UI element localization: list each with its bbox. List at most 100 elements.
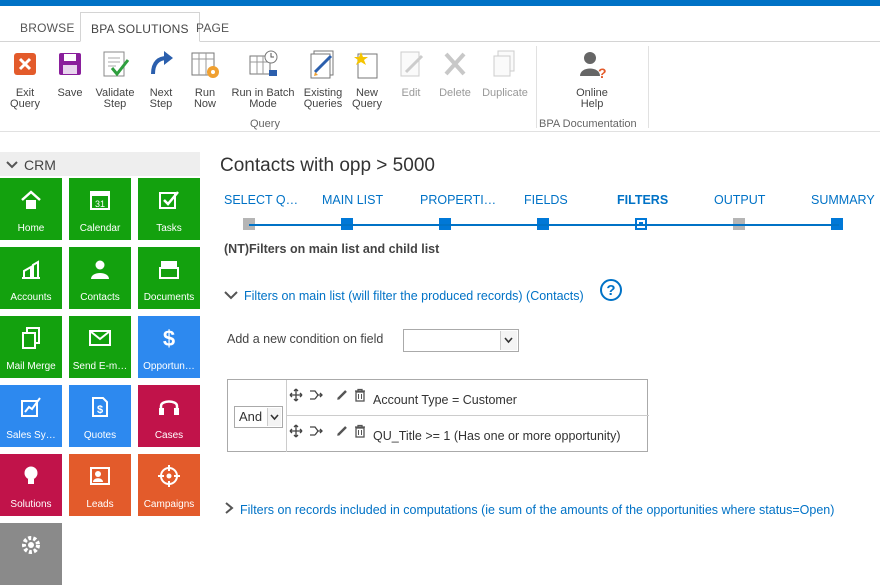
existing-queries-label: Existing Queries (303, 87, 343, 110)
sidebar-tile-opportun[interactable]: $ Opportun… (138, 316, 200, 378)
branch-icon[interactable] (309, 388, 323, 402)
condition-row: QU_Title >= 1 (Has one or more opportuni… (287, 416, 649, 452)
wizard-step-1[interactable]: SELECT Q… (224, 193, 298, 207)
tab-bpa-solutions[interactable]: BPA SOLUTIONS (80, 12, 200, 42)
help-person-icon: ? (580, 52, 607, 81)
move-icon[interactable] (289, 424, 303, 438)
operator-select[interactable]: And (234, 406, 283, 428)
sidebar-header[interactable]: CRM (0, 152, 200, 176)
sidebar-tile-contacts[interactable]: Contacts (69, 247, 131, 309)
group-separator (648, 46, 649, 128)
exit-icon (14, 53, 36, 75)
sidebar-tile-mail-merge[interactable]: Mail Merge (0, 316, 62, 378)
page-title: Contacts with opp > 5000 (220, 155, 435, 176)
wizard-step-4[interactable]: FIELDS (524, 193, 568, 207)
sidebar-tile-send-e-m[interactable]: Send E-m… (69, 316, 131, 378)
delete-button[interactable]: Delete (436, 48, 474, 99)
main-filters-toggle[interactable]: Filters on main list (will filter the pr… (224, 287, 584, 305)
gear-icon (22, 536, 40, 554)
chevron-down-icon (6, 161, 18, 169)
sidebar-tile-sales-sy[interactable]: Sales Sy… (0, 385, 62, 447)
existing-queries-button[interactable]: Existing Queries (300, 48, 346, 110)
move-icon[interactable] (289, 388, 303, 402)
sidebar-tile-quotes[interactable]: $ Quotes (69, 385, 131, 447)
sidebar-tile-cases[interactable]: Cases (138, 385, 200, 447)
sidebar-tile-calendar[interactable]: 31 Calendar (69, 178, 131, 240)
tile-label: Accounts (10, 292, 52, 303)
run-now-button[interactable]: Run Now (186, 48, 224, 110)
tile-label: Calendar (79, 223, 121, 234)
condition-text: QU_Title >= 1 (Has one or more opportuni… (373, 429, 621, 443)
next-arrow-icon (151, 51, 173, 75)
condition-text: Account Type = Customer (373, 393, 517, 407)
validate-icon (103, 51, 130, 77)
online-help-button[interactable]: ? Online Help (566, 48, 618, 110)
pencil-icon[interactable] (335, 424, 349, 438)
next-step-button[interactable]: Next Step (144, 48, 178, 110)
tile-label: Opportun… (143, 361, 195, 372)
settings-tile[interactable] (0, 523, 62, 585)
chevron-down-icon (224, 291, 238, 300)
sidebar-header-label: CRM (24, 157, 56, 173)
operator-value: And (239, 409, 263, 424)
sidebar-tile-leads[interactable]: Leads (69, 454, 131, 516)
wizard-step-6[interactable]: OUTPUT (714, 193, 765, 207)
tile-label: Campaigns (143, 499, 195, 510)
help-icon[interactable]: ? (600, 279, 622, 301)
duplicate-icon (493, 50, 515, 77)
edit-button[interactable]: Edit (396, 48, 426, 99)
wizard-step-3[interactable]: PROPERTI… (420, 193, 496, 207)
run-now-icon (191, 52, 219, 78)
duplicate-button[interactable]: Duplicate (478, 48, 532, 99)
svg-text:$: $ (163, 326, 175, 350)
lightbulb-icon (24, 466, 38, 484)
main-filters-link[interactable]: Filters on main list (will filter the pr… (244, 289, 584, 303)
run-batch-button[interactable]: Run in Batch Mode (228, 48, 298, 110)
condition-row: Account Type = Customer (287, 380, 649, 416)
sidebar-tile-documents[interactable]: Documents (138, 247, 200, 309)
target-icon (158, 465, 180, 487)
tasks-icon (159, 191, 179, 209)
quotes-icon: $ (92, 397, 108, 417)
sidebar-tile-solutions[interactable]: Solutions (0, 454, 62, 516)
pencil-icon[interactable] (335, 388, 349, 402)
save-icon (59, 53, 81, 75)
wizard-step-7[interactable]: SUMMARY (811, 193, 875, 207)
exit-query-button[interactable]: Exit Query (8, 48, 42, 110)
select-arrow (267, 408, 281, 426)
trash-icon[interactable] (353, 424, 367, 438)
ribbon-tabs: BROWSE BPA SOLUTIONS PAGE (0, 6, 880, 42)
svg-text:31: 31 (95, 199, 105, 209)
contacts-icon (91, 260, 109, 279)
new-query-button[interactable]: New Query (350, 48, 384, 110)
validate-step-label: Validate Step (95, 87, 135, 110)
trash-icon[interactable] (353, 388, 367, 402)
tile-label: Contacts (80, 292, 120, 303)
tab-page[interactable]: PAGE (186, 12, 239, 42)
svg-text:$: $ (97, 404, 103, 416)
computation-filters-toggle[interactable]: Filters on records included in computati… (224, 501, 834, 519)
branch-icon[interactable] (309, 424, 323, 438)
chevron-down-icon (504, 337, 513, 344)
save-label: Save (57, 87, 83, 99)
sidebar-tile-home[interactable]: Home (0, 178, 62, 240)
documents-icon (159, 261, 179, 279)
sidebar-tile-tasks[interactable]: Tasks (138, 178, 200, 240)
computation-filters-link[interactable]: Filters on records included in computati… (240, 503, 834, 517)
wizard-step-2[interactable]: MAIN LIST (322, 193, 383, 207)
group-separator (536, 46, 537, 128)
tile-label: Cases (154, 430, 184, 441)
tile-label: Documents (143, 292, 195, 303)
edit-label: Edit (401, 87, 421, 99)
tile-label: Leads (86, 499, 114, 510)
sidebar-tile-campaigns[interactable]: Campaigns (138, 454, 200, 516)
tile-label: Sales Sy… (6, 430, 56, 441)
sidebar-tile-accounts[interactable]: Accounts (0, 247, 62, 309)
save-button[interactable]: Save (52, 48, 88, 99)
validate-step-button[interactable]: Validate Step (92, 48, 138, 110)
add-condition-field-select[interactable] (403, 329, 519, 352)
select-arrow (500, 331, 517, 350)
tab-browse[interactable]: BROWSE (10, 12, 85, 42)
wizard-step-5[interactable]: FILTERS (617, 193, 668, 207)
tile-label: Solutions (10, 499, 52, 510)
